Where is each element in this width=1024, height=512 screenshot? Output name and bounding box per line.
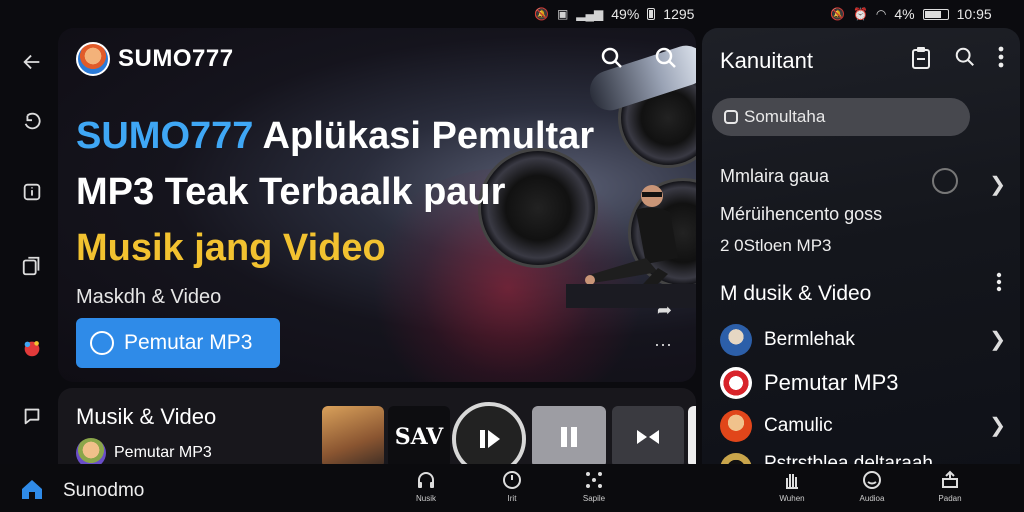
mute-icon: 🔕: [830, 7, 845, 21]
status-bar-right: 🔕 ⏰ ◠ 4% 10:95: [830, 0, 992, 28]
hero-subtitle: Maskdh & Video: [76, 286, 222, 308]
search-icon[interactable]: [954, 46, 976, 76]
alarm-icon: ⏰: [852, 7, 868, 21]
side-panel: Kanuitant Somultaha Mmlaira gaua ❯ Mérüi…: [702, 28, 1020, 477]
info-icon[interactable]: [14, 174, 50, 210]
left-rail: [0, 28, 62, 464]
undo-icon[interactable]: [14, 104, 50, 140]
search-placeholder: Somultaha: [744, 107, 826, 126]
play-mp3-button[interactable]: Pemutar MP3: [76, 318, 280, 368]
chevron-right-icon[interactable]: ❯: [989, 172, 1006, 197]
more-dots-icon[interactable]: ···: [654, 334, 672, 355]
tray-icon: [930, 470, 970, 494]
panel-actions: [910, 46, 1004, 76]
album-thumbnail[interactable]: [322, 406, 384, 468]
clock-icon: [932, 168, 958, 194]
chat-icon[interactable]: [14, 398, 50, 434]
home-icon[interactable]: [20, 478, 44, 506]
nav-label: Wuhen: [779, 494, 805, 503]
list-item-label: Bermlehak: [764, 328, 855, 350]
nav-label: Sapile: [582, 494, 606, 503]
nav-item-audio[interactable]: Audioa: [852, 470, 892, 503]
status-bar-left: 🔕 ▣ ▂▄▆ 49% 1295: [534, 0, 694, 28]
nav-item-sample[interactable]: Sapile: [574, 470, 614, 503]
list-item[interactable]: Pemutar MP3: [720, 361, 1010, 404]
status-time: 1295: [663, 6, 695, 22]
nav-label: Nusik: [415, 494, 436, 503]
avatar: [720, 409, 752, 442]
hero-title-brand: SUMO777: [76, 115, 254, 157]
signal-icon: ▂▄▆: [576, 7, 604, 21]
strip-title: Musik & Video: [76, 404, 217, 429]
hero-header: SUMO777: [76, 42, 234, 76]
brand-name: SUMO777: [118, 45, 234, 72]
hero-title: SUMO777 Aplükasi Pemultar MP3 Teak Terba…: [76, 108, 676, 276]
nav-item-music[interactable]: Nusik: [406, 470, 446, 503]
nav-label: Audioa: [859, 494, 885, 503]
skip-icon[interactable]: [612, 406, 684, 468]
nav-item-timer[interactable]: Irit: [492, 470, 532, 503]
nav-item-tray[interactable]: Padan: [930, 470, 970, 503]
avatar: [720, 323, 752, 356]
thumb-text: SAV: [394, 424, 444, 450]
album-thumbnail[interactable]: SAV: [388, 406, 450, 468]
play-icon[interactable]: [452, 402, 526, 468]
nfc-icon: ▣: [556, 7, 569, 21]
search-input[interactable]: Somultaha: [712, 98, 970, 136]
smile-icon: [852, 470, 892, 494]
battery-icon: [647, 8, 656, 20]
list-item-label: Pemutar MP3: [764, 369, 899, 395]
more-vert-icon[interactable]: [998, 46, 1004, 76]
avatar: [720, 366, 752, 399]
hand-icon: [772, 470, 812, 494]
avatar[interactable]: [76, 42, 110, 76]
section-title: M dusik & Video: [720, 282, 872, 305]
playlist: Bermlehak ❯ Pemutar MP3 Camulic ❯ Pstrst…: [720, 318, 1010, 477]
back-arrow-icon[interactable]: [14, 44, 50, 80]
clipboard-icon[interactable]: [910, 46, 932, 76]
nav-item-hand[interactable]: Wuhen: [772, 470, 812, 503]
nav-label: Padan: [938, 494, 962, 503]
info-line: Mérüihencento goss: [720, 204, 883, 224]
search-icon[interactable]: [600, 46, 624, 76]
app-icon[interactable]: [14, 330, 50, 366]
battery-percent: 49%: [611, 6, 640, 22]
list-item[interactable]: Camulic ❯: [720, 404, 1010, 447]
search-field-icon: [724, 110, 738, 124]
pause-icon[interactable]: [532, 406, 606, 468]
bottom-nav: Sunodmo Nusik Irit Sapile Wuhen Audioa P…: [0, 464, 1024, 512]
list-item[interactable]: Bermlehak ❯: [720, 318, 1010, 361]
more-vert-icon[interactable]: [996, 272, 1002, 298]
player-strip: Musik & Video Pemutar MP3 SAV: [58, 388, 696, 468]
nav-label: Irit: [507, 494, 517, 503]
battery-icon: [922, 8, 949, 20]
strip-subtitle: Pemutar MP3: [114, 444, 212, 461]
chat-bubble-icon: [90, 331, 114, 355]
home-label: Sunodmo: [63, 480, 145, 501]
share-icon[interactable]: ➦: [657, 300, 672, 321]
grid-icon: [574, 470, 614, 494]
chevron-right-icon: ❯: [989, 329, 1006, 351]
info-line: Mmlaira gaua: [720, 166, 830, 186]
hero-actions: [600, 46, 678, 76]
chevron-right-icon: ❯: [989, 415, 1006, 437]
headphones-icon: [406, 470, 446, 494]
play-mp3-button-label: Pemutar MP3: [124, 331, 253, 354]
info-line: 2 0Stloen MP3: [720, 236, 832, 255]
search-icon[interactable]: [654, 46, 678, 76]
battery-percent: 4%: [894, 6, 915, 22]
mute-icon: 🔕: [534, 7, 549, 21]
next-thumbnail[interactable]: [688, 406, 696, 468]
hero-banner[interactable]: SUMO777 SUMO777 Aplükasi Pemultar MP3 Te…: [58, 28, 696, 382]
list-item-label: Camulic: [764, 414, 833, 436]
hero-title-highlight: Musik jang Video: [76, 227, 386, 269]
copy-icon[interactable]: [14, 248, 50, 284]
panel-title: Kanuitant: [720, 48, 813, 73]
timer-icon: [492, 470, 532, 494]
status-time: 10:95: [956, 6, 992, 22]
wifi-icon: ◠: [875, 7, 887, 21]
